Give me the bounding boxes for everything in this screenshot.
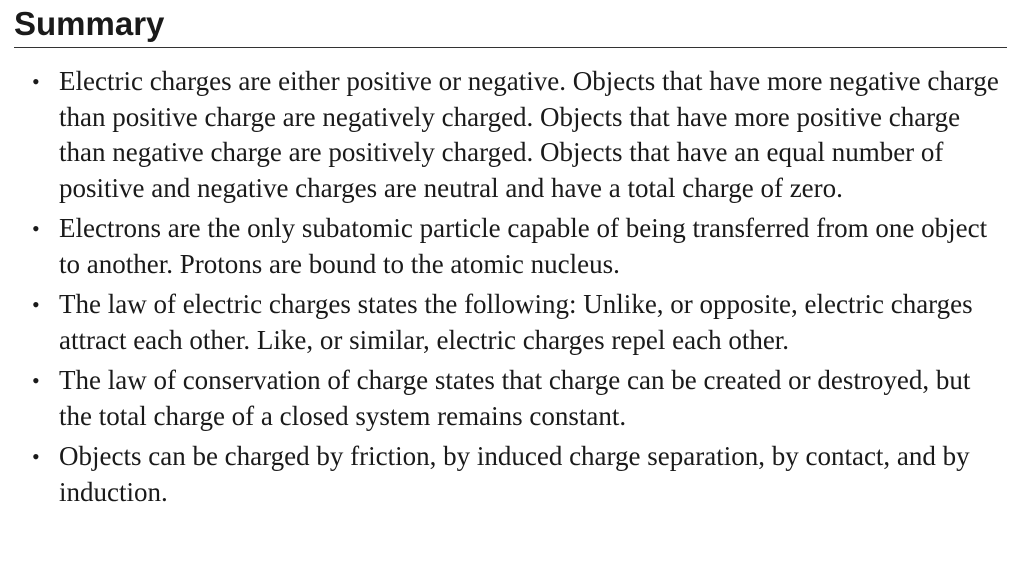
summary-item-text: Objects can be charged by friction, by i… [59, 441, 970, 507]
bullet-icon: • [32, 216, 40, 241]
summary-item-text: The law of electric charges states the f… [59, 289, 973, 355]
summary-item: • Objects can be charged by friction, by… [14, 439, 1007, 510]
summary-item: • Electrons are the only subatomic parti… [14, 211, 1007, 282]
bullet-icon: • [32, 444, 40, 469]
summary-page: Summary • Electric charges are either po… [14, 0, 1007, 568]
summary-item: • The law of electric charges states the… [14, 287, 1007, 358]
bullet-icon: • [32, 69, 40, 94]
summary-item: • Electric charges are either positive o… [14, 64, 1007, 206]
summary-item-text: Electric charges are either positive or … [59, 66, 999, 203]
bullet-icon: • [32, 292, 40, 317]
summary-item-text: The law of conservation of charge states… [59, 365, 971, 431]
summary-list: • Electric charges are either positive o… [14, 64, 1007, 510]
section-heading: Summary [14, 5, 165, 42]
summary-item: • The law of conservation of charge stat… [14, 363, 1007, 434]
heading-divider [14, 47, 1007, 48]
bullet-icon: • [32, 368, 40, 393]
summary-item-text: Electrons are the only subatomic particl… [59, 213, 988, 279]
